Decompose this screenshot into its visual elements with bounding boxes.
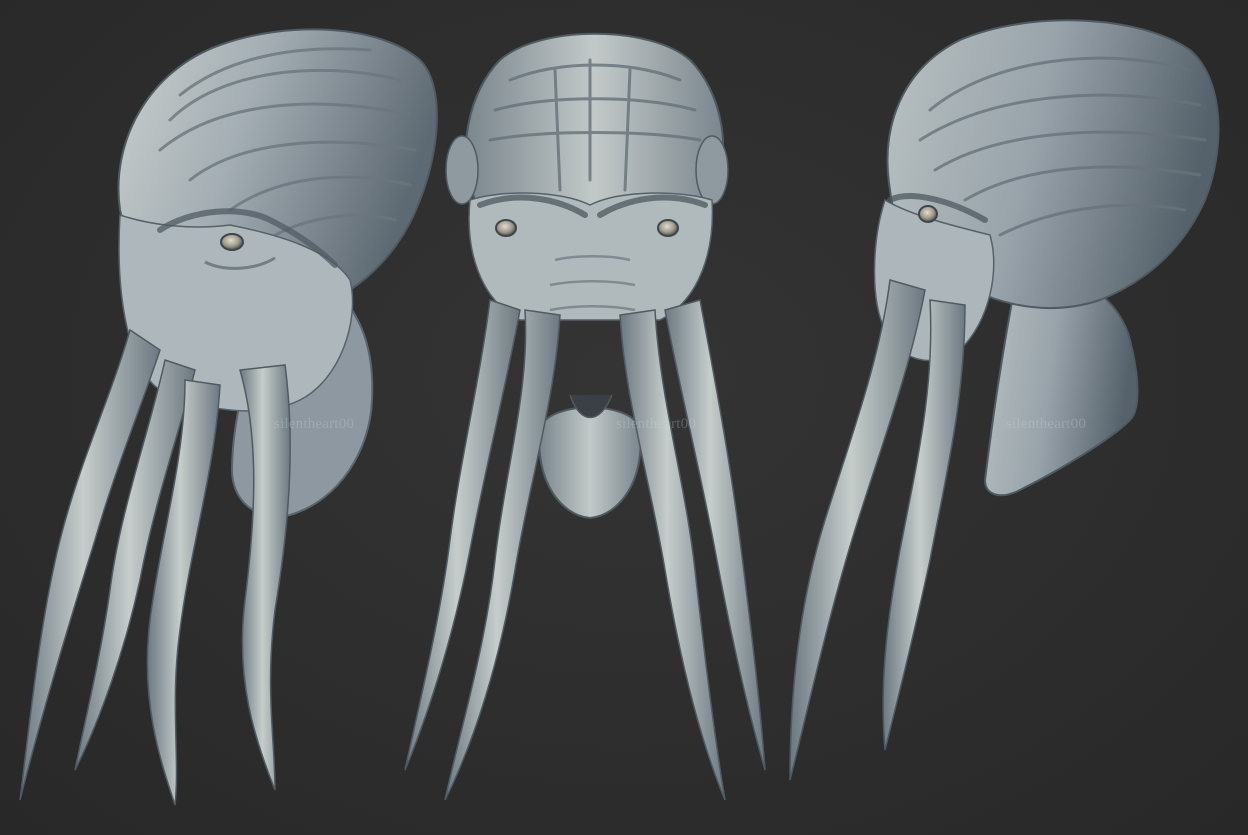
watermark-middle: silentheart00 [616, 416, 697, 432]
watermark-left: silentheart00 [274, 416, 355, 432]
head-front-view [404, 32, 766, 801]
head-side-view [789, 19, 1220, 781]
eye-icon [657, 219, 679, 237]
head-three-quarter-view [19, 28, 438, 806]
watermark-right: silentheart00 [1006, 416, 1087, 432]
tentacles-side-view [789, 279, 966, 781]
tentacles-front-view [404, 298, 766, 801]
render-canvas: silentheart00 silentheart00 silentheart0… [0, 0, 1248, 835]
eye-icon [220, 233, 244, 251]
tentacles-left-view [19, 328, 291, 806]
eye-icon [918, 205, 938, 223]
eye-icon [495, 219, 517, 237]
